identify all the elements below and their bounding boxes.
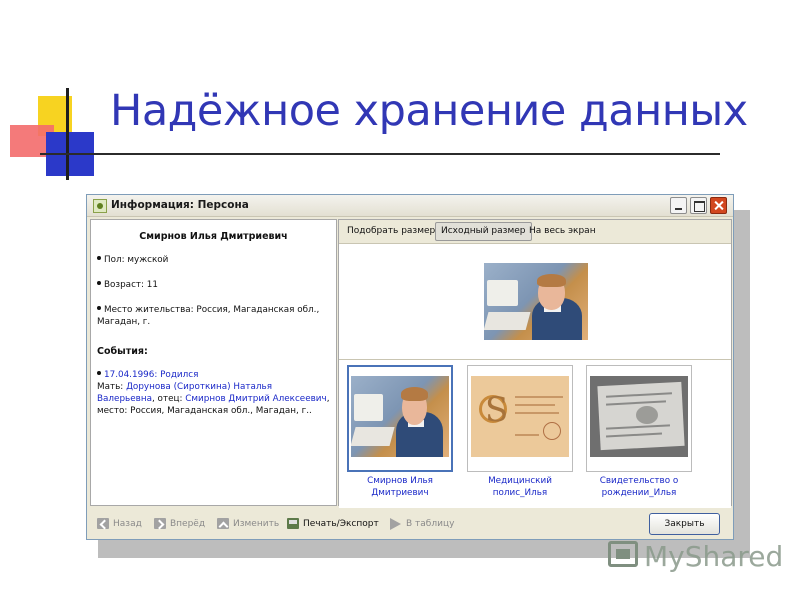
myshared-watermark: MyShared <box>608 536 783 576</box>
back-arrow-icon <box>97 518 109 529</box>
person-info-window: Информация: Персона Смирнов Илья Дмитрие… <box>86 194 734 540</box>
minimize-icon[interactable] <box>670 197 687 214</box>
bullet-icon <box>97 306 101 310</box>
thumbnail-label[interactable]: Свидетельство о рождении_Илья <box>584 475 694 499</box>
event-birth: 17.04.1996: Родился Мать: Дорунова (Сиро… <box>97 369 330 417</box>
thumbnail-strip: Смирнов Илья Дмитриевич S Медицинский по… <box>339 361 731 509</box>
residence-text: Место жительства: Россия, Магаданская об… <box>97 305 320 327</box>
close-icon[interactable] <box>710 197 727 214</box>
app-icon <box>93 199 107 213</box>
print-icon <box>287 518 299 529</box>
media-pane: Подобрать размер Исходный размер На весь… <box>338 219 732 509</box>
gender-text: Пол: мужской <box>104 255 169 265</box>
info-gender: Пол: мужской <box>97 254 330 266</box>
thumbnail-label[interactable]: Смирнов Илья Дмитриевич <box>345 475 455 499</box>
edit-icon <box>217 518 229 529</box>
bullet-icon <box>97 281 101 285</box>
thumbnail-medical-policy[interactable]: S <box>467 365 573 472</box>
window-titlebar[interactable]: Информация: Персона <box>87 195 733 217</box>
person-name: Смирнов Илья Дмитриевич <box>139 231 288 242</box>
thumbnail-birth-certificate[interactable] <box>586 365 692 472</box>
events-title: События: <box>97 346 148 357</box>
title-underline <box>40 153 720 155</box>
table-arrow-icon <box>390 518 403 530</box>
view-mode-bar: Подобрать размер Исходный размер На весь… <box>339 220 731 244</box>
father-link[interactable]: Смирнов Дмитрий Алексеевич <box>185 394 327 404</box>
fit-size-button[interactable]: Подобрать размер <box>342 222 440 241</box>
thumbnail-photo-image <box>351 376 449 457</box>
window-title: Информация: Персона <box>111 199 249 211</box>
forward-button[interactable]: Вперёд <box>154 517 205 531</box>
print-export-button[interactable]: Печать/Экспорт <box>287 517 379 531</box>
edit-button[interactable]: Изменить <box>217 517 279 531</box>
event-date-link[interactable]: 17.04.1996: Родился <box>104 370 198 380</box>
forward-arrow-icon <box>154 518 166 529</box>
birth-certificate-image <box>590 376 688 457</box>
image-preview <box>339 244 731 360</box>
bullet-icon <box>97 256 101 260</box>
fullscreen-button[interactable]: На весь экран <box>524 222 601 241</box>
bottom-toolbar: Назад Вперёд Изменить Печать/Экспорт В т… <box>87 508 733 539</box>
medical-policy-image: S <box>471 376 569 457</box>
close-button[interactable]: Закрыть <box>649 513 720 535</box>
mother-prefix: Мать: <box>97 382 127 392</box>
slide-title: Надёжное хранение данных <box>110 86 748 136</box>
myshared-logo-icon <box>608 541 638 567</box>
original-size-button[interactable]: Исходный размер <box>435 222 532 241</box>
age-text: Возраст: 11 <box>104 280 158 290</box>
preview-photo[interactable] <box>484 263 588 340</box>
person-info-pane: Смирнов Илья Дмитриевич Пол: мужской Воз… <box>90 219 337 506</box>
thumbnail-photo[interactable] <box>347 365 453 472</box>
slide: Надёжное хранение данных Информация: Пер… <box>0 0 800 600</box>
bullet-icon <box>97 371 101 375</box>
watermark-text: MyShared <box>644 540 784 573</box>
to-table-button[interactable]: В таблицу <box>390 517 454 531</box>
back-button[interactable]: Назад <box>97 517 142 531</box>
maximize-icon[interactable] <box>690 197 707 214</box>
info-age: Возраст: 11 <box>97 279 330 291</box>
info-residence: Место жительства: Россия, Магаданская об… <box>97 304 330 328</box>
decor-vertical-line <box>66 88 69 180</box>
thumbnail-label[interactable]: Медицинский полис_Илья <box>465 475 575 499</box>
father-prefix: , отец: <box>151 394 186 404</box>
